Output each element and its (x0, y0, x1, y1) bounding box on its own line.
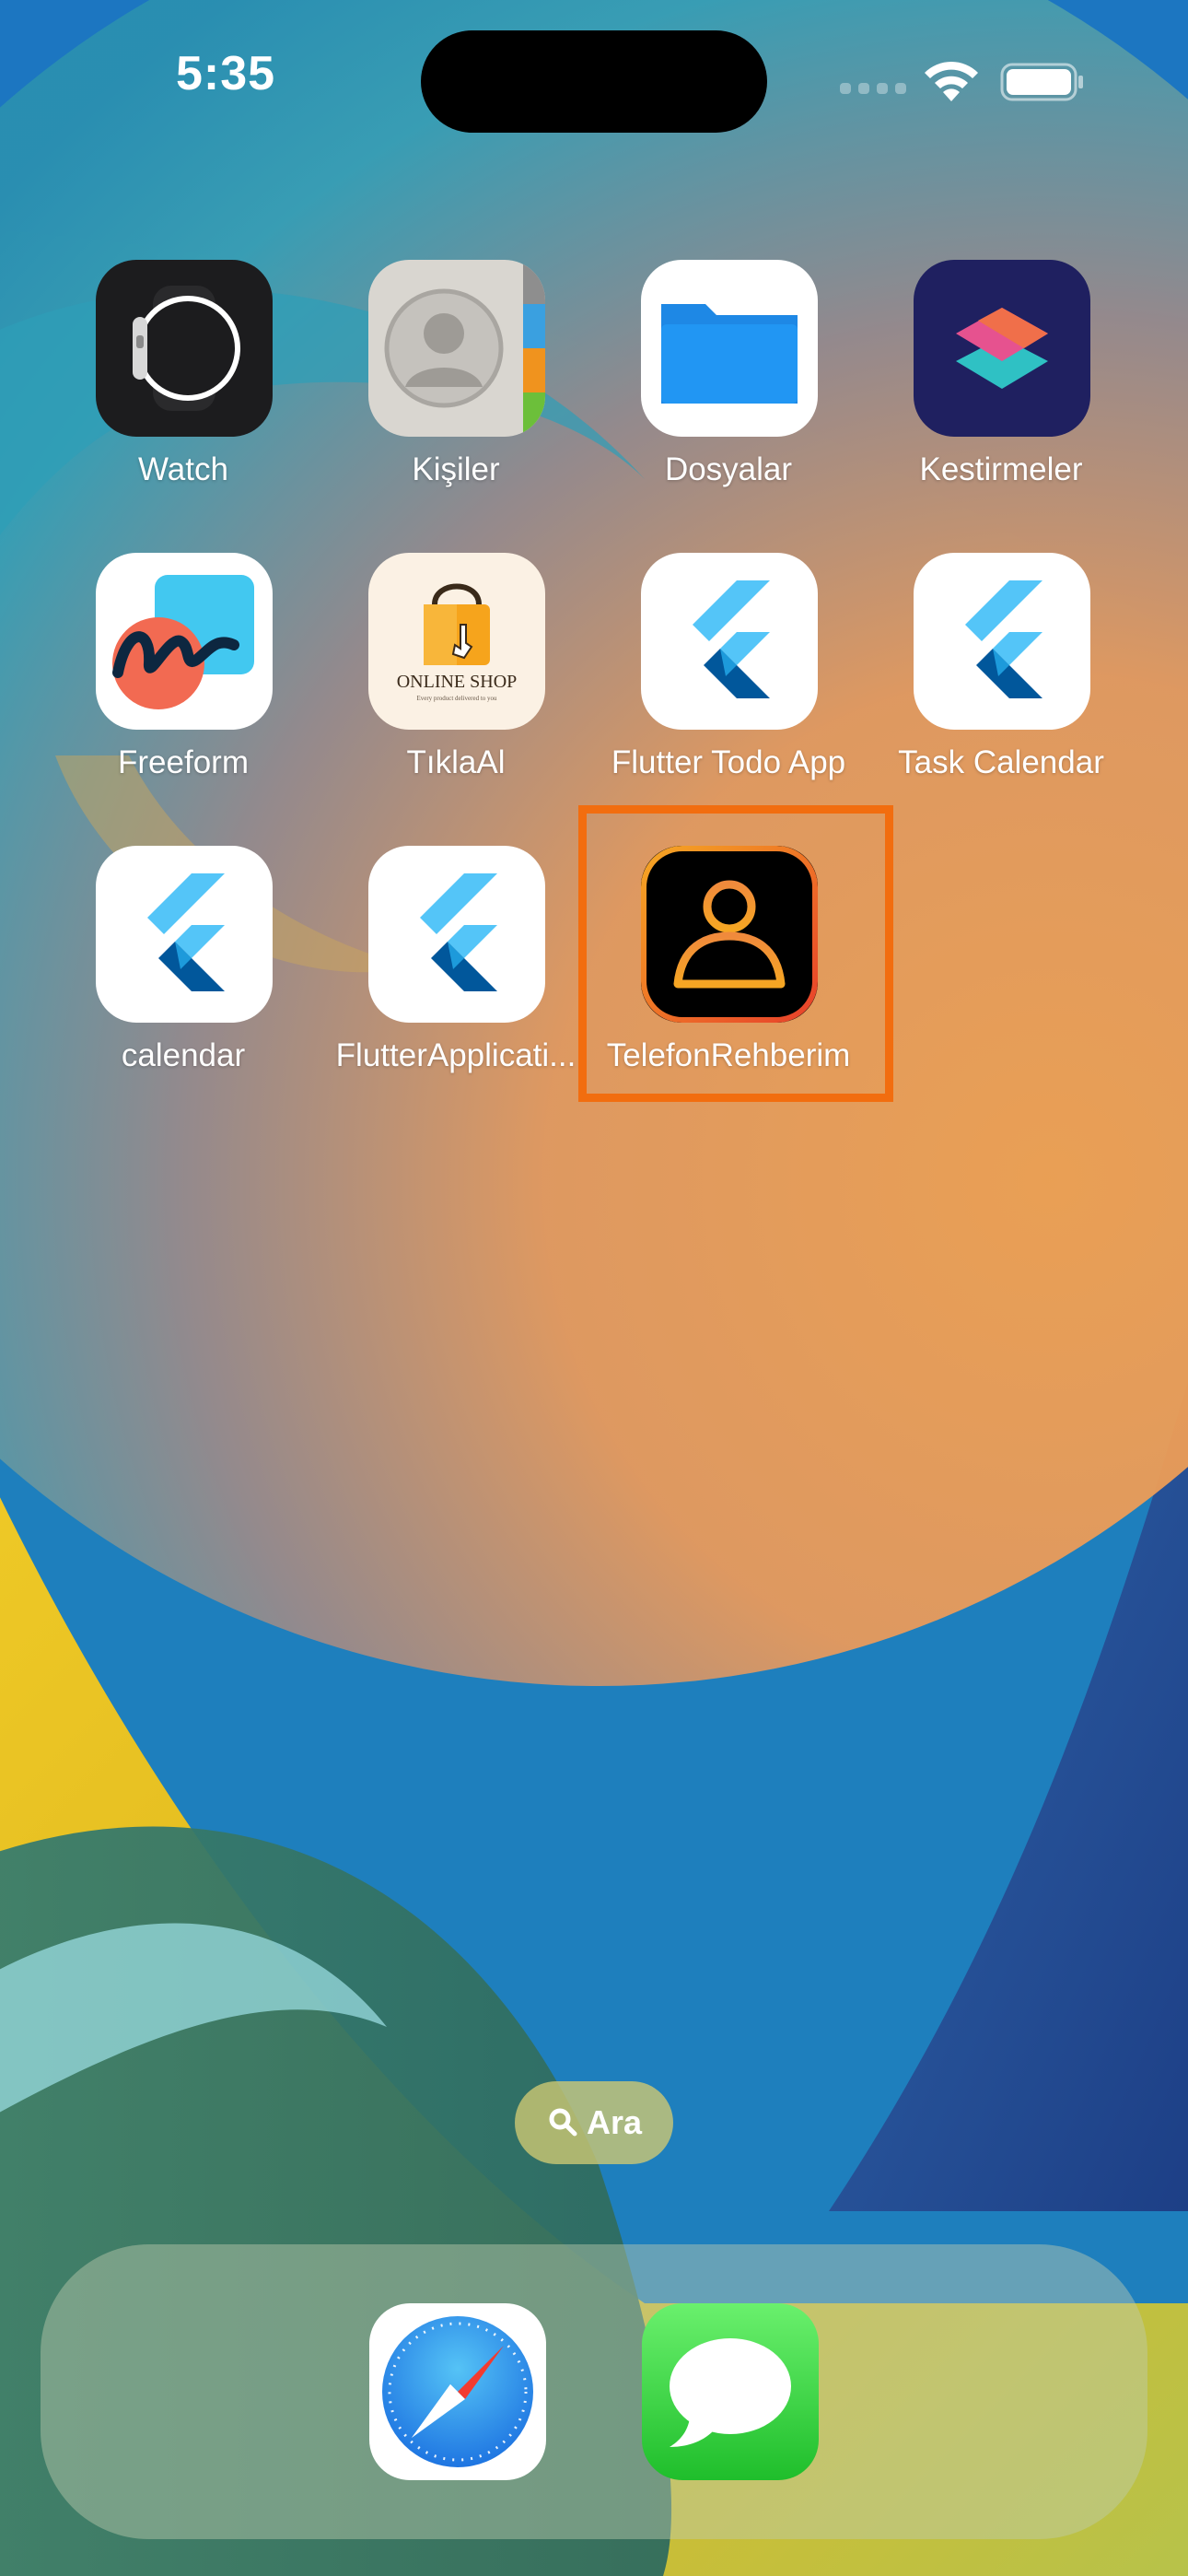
app-flutter-application[interactable]: FlutterApplicati... (318, 846, 594, 1095)
app-label: FlutterApplicati... (335, 1037, 577, 1073)
app-label: Freeform (118, 744, 249, 780)
wifi-icon (925, 61, 978, 101)
shop-icon-subtitle: Every product delivered to you (416, 695, 497, 702)
app-calendar[interactable]: calendar (45, 846, 321, 1095)
search-icon (549, 2108, 577, 2137)
dock (41, 2244, 1147, 2539)
shortcuts-icon (914, 260, 1090, 437)
shopping-bag-icon: ONLINE SHOP Every product delivered to y… (368, 553, 545, 730)
messages-bubble-icon (642, 2303, 819, 2480)
highlight-frame (578, 805, 893, 1102)
flutter-logo-icon (914, 553, 1090, 730)
cellular-signal-icon (840, 83, 906, 96)
spotlight-search-button[interactable]: Ara (515, 2081, 673, 2164)
app-label: calendar (121, 1037, 246, 1073)
app-label: Watch (138, 451, 228, 487)
app-watch[interactable]: Watch (45, 260, 321, 509)
app-label: Kestirmeler (919, 451, 1083, 487)
status-bar: 5:35 (0, 0, 1188, 157)
status-time: 5:35 (175, 47, 276, 100)
app-flutter-todo[interactable]: Flutter Todo App (590, 553, 867, 802)
app-tiklaal[interactable]: ONLINE SHOP Every product delivered to y… (318, 553, 594, 802)
app-files[interactable]: Dosyalar (590, 260, 867, 509)
dynamic-island (421, 30, 767, 133)
dock-app-safari[interactable] (369, 2303, 546, 2480)
battery-icon (1000, 63, 1083, 101)
flutter-logo-icon (368, 846, 545, 1023)
app-freeform[interactable]: Freeform (45, 553, 321, 802)
freeform-icon (96, 553, 273, 730)
search-label: Ara (587, 2103, 643, 2141)
app-task-calendar[interactable]: Task Calendar (863, 553, 1139, 802)
contacts-icon (368, 260, 545, 437)
app-label: TıklaAl (406, 744, 506, 780)
app-contacts[interactable]: Kişiler (318, 260, 594, 509)
safari-compass-icon (382, 2316, 533, 2467)
flutter-logo-icon (96, 846, 273, 1023)
flutter-logo-icon (641, 553, 818, 730)
dock-app-messages[interactable] (642, 2303, 819, 2480)
app-label: Kişiler (412, 451, 500, 487)
shop-icon-title: ONLINE SHOP (397, 672, 518, 692)
app-label: Task Calendar (898, 744, 1104, 780)
watch-icon (96, 260, 273, 437)
app-label: Dosyalar (664, 451, 793, 487)
app-shortcuts[interactable]: Kestirmeler (863, 260, 1139, 509)
files-folder-icon (641, 260, 818, 437)
app-label: Flutter Todo App (611, 744, 846, 780)
